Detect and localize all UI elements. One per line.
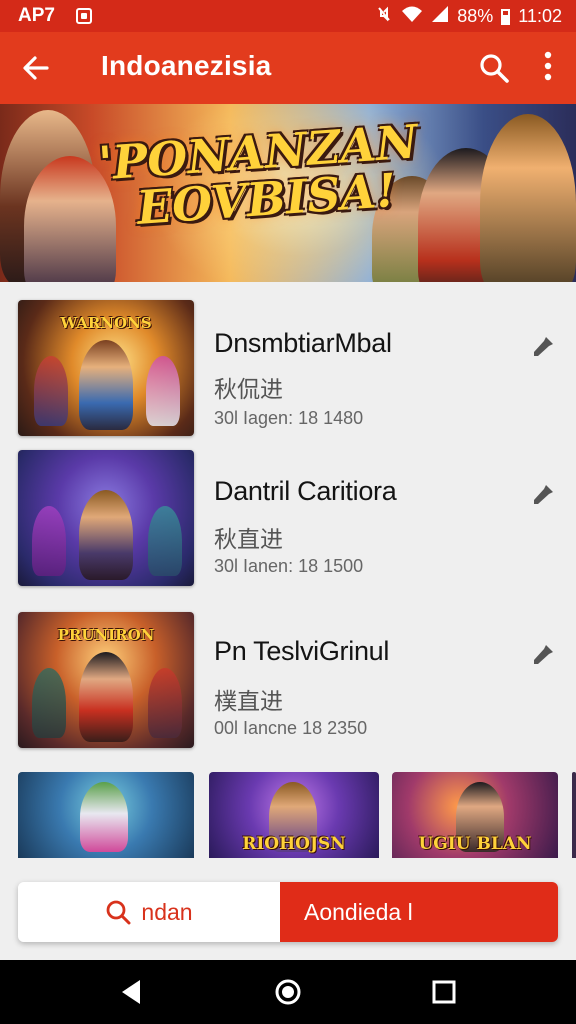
thumbnail-row: RIOHOJSN UGIU BLAN [0, 772, 576, 858]
thumbnail-character [146, 356, 180, 426]
search-icon [107, 900, 131, 925]
status-icons: 88% 11:02 [375, 5, 562, 28]
action-bar: ndan Aondieda l [18, 882, 558, 942]
back-arrow-icon [23, 56, 49, 80]
more-options-button[interactable] [534, 48, 562, 88]
pin-icon [534, 485, 553, 504]
search-action-label: ndan [141, 898, 193, 925]
thumbnail-title: WARNONS [60, 314, 152, 332]
nav-recents-button[interactable] [428, 976, 460, 1008]
thumbnail-card[interactable]: RIOHOJSN [209, 772, 379, 858]
pin-button[interactable] [530, 332, 558, 360]
search-button[interactable] [474, 48, 514, 88]
item-meta: 30l Iagen: 18 1480 [214, 408, 364, 428]
thumbnail-character [148, 668, 182, 738]
item-meta: 00l Iancne 18 2350 [214, 718, 368, 738]
game-thumbnail: WARNONS [18, 300, 194, 436]
item-subtitle: 秋直进 [214, 526, 283, 552]
battery-percent: 88% [457, 6, 494, 26]
game-thumbnail: PRUNIRON [18, 612, 194, 748]
list-item[interactable]: PRUNIRON Pn TeslviGrinul 樸直进 00l Iancne … [0, 612, 576, 762]
item-title: Pn TeslviGrinul [214, 636, 390, 666]
nav-back-button[interactable] [116, 976, 148, 1008]
home-circle-icon [275, 979, 301, 1005]
primary-action-button[interactable]: Aondieda l [280, 882, 558, 942]
banner-character [480, 114, 576, 282]
thumbnail-character [79, 340, 133, 430]
action-area: ndan Aondieda l [0, 858, 576, 960]
thumbnail-character [79, 490, 133, 580]
thumbnail-character [79, 652, 133, 742]
status-bar: AP7 88% 11:02 [0, 0, 576, 32]
more-vert-icon [544, 51, 552, 81]
promo-banner[interactable]: 'PONANZAN EOVBISA! [0, 104, 576, 282]
item-subtitle: 秋侃进 [214, 376, 283, 402]
list-item[interactable]: Dantril Caritiora 秋直进 30l Ianen: 18 1500 [0, 450, 576, 600]
clock: 11:02 [518, 6, 562, 26]
item-title: DnsmbtiarMbal [214, 328, 392, 358]
thumbnail-character [32, 506, 66, 576]
pin-icon [534, 337, 553, 356]
mute-icon [375, 5, 393, 28]
system-nav-bar [0, 960, 576, 1024]
thumbnail-card[interactable] [572, 772, 576, 858]
thumbnail-title: PRUNIRON [57, 626, 155, 644]
app-bar: Indoanezisia [0, 32, 576, 104]
list-item[interactable]: WARNONS DnsmbtiarMbal 秋侃进 30l Iagen: 18 … [0, 298, 576, 448]
search-icon [480, 54, 509, 83]
banner-title: 'PONANZAN EOVBISA! [97, 114, 420, 235]
thumbnail-character [148, 506, 182, 576]
thumbnail-card[interactable] [18, 772, 194, 858]
notification-icon [76, 8, 92, 24]
signal-icon [431, 5, 449, 28]
item-subtitle: 樸直进 [214, 688, 283, 714]
thumbnail-title: RIOHOJSN [242, 834, 346, 854]
pin-icon [534, 645, 553, 664]
item-title: Dantril Caritiora [214, 476, 397, 506]
carrier-label: AP7 [18, 5, 55, 26]
pin-button[interactable] [530, 480, 558, 508]
thumbnail-title: UGIU BLAN [418, 834, 532, 854]
item-meta: 30l Ianen: 18 1500 [214, 556, 364, 576]
thumbnail-character [34, 356, 68, 426]
wifi-icon [401, 5, 423, 28]
primary-action-label: Aondieda l [304, 898, 413, 925]
game-thumbnail [18, 450, 194, 586]
back-button[interactable] [14, 48, 58, 88]
search-action-button[interactable]: ndan [18, 882, 280, 942]
page-title: Indoanezisia [101, 50, 272, 81]
back-triangle-icon [122, 980, 140, 1004]
nav-home-button[interactable] [272, 976, 304, 1008]
battery-icon [501, 8, 511, 25]
thumbnail-card[interactable]: UGIU BLAN [392, 772, 558, 858]
thumbnail-character [32, 668, 66, 738]
pin-button[interactable] [530, 640, 558, 668]
recents-square-icon [432, 980, 456, 1004]
thumbnail-character [80, 782, 128, 852]
